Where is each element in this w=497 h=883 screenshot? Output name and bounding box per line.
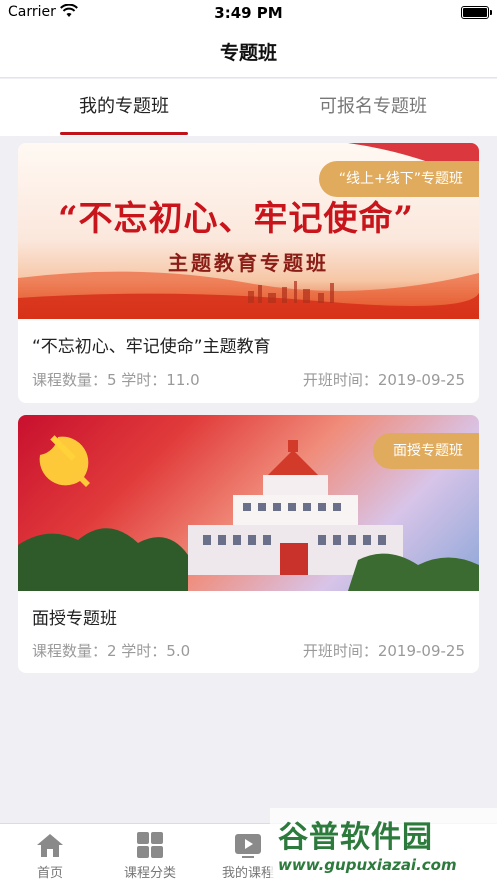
course-start-date: 开班时间：2019-09-25 — [302, 642, 465, 660]
banner-headline: “不忘初心、牢记使命” — [58, 199, 415, 239]
tab-open-classes[interactable]: 可报名专题班 — [249, 79, 497, 136]
watermark-url: www.gupuxiazai.com — [278, 856, 457, 874]
tab-my-classes[interactable]: 我的专题班 — [0, 79, 248, 136]
course-title: “不忘初心、牢记使命”主题教育 — [32, 337, 271, 357]
course-banner: 面授专题班 — [18, 415, 479, 591]
clock: 3:49 PM — [214, 4, 283, 22]
watermark-logo: 谷普软件园 — [278, 820, 433, 855]
grid-icon — [137, 832, 163, 858]
hammer-sickle-icon — [39, 435, 90, 487]
banner-subtitle: 主题教育专题班 — [168, 251, 329, 275]
navigation-bar: 专题班 — [0, 26, 497, 78]
class-type-badge: “线上+线下”专题班 — [318, 161, 479, 197]
course-card[interactable]: “不忘初心、牢记使命” 主题教育专题班 “线上+线下”专题班 “不忘初心、牢记使… — [18, 143, 479, 403]
tabbar-label: 课程分类 — [123, 866, 176, 881]
play-icon — [235, 834, 261, 858]
course-stats: 课程数量：2 学时：5.0 — [32, 642, 191, 660]
segment-tabs: 我的专题班 可报名专题班 — [0, 79, 497, 136]
page-title: 专题班 — [219, 42, 277, 64]
tabbar-item-categories[interactable]: 课程分类 — [100, 824, 200, 883]
course-stats: 课程数量：5 学时：11.0 — [32, 371, 200, 389]
course-title: 面授专题班 — [32, 609, 117, 629]
home-icon — [37, 834, 63, 857]
active-tab-indicator — [60, 132, 188, 135]
class-type-badge: 面授专题班 — [373, 433, 479, 469]
tabbar-label: 首页 — [36, 866, 63, 881]
battery-icon — [461, 6, 492, 19]
course-card[interactable]: 面授专题班 面授专题班 课程数量：2 学时：5.0 开班时间：2019-09-2… — [18, 415, 479, 673]
course-start-date: 开班时间：2019-09-25 — [302, 371, 465, 389]
course-banner: “不忘初心、牢记使命” 主题教育专题班 “线上+线下”专题班 — [18, 143, 479, 319]
building-illustration — [188, 440, 403, 575]
tabbar-item-home[interactable]: 首页 — [0, 824, 100, 883]
status-bar: Carrier 3:49 PM — [0, 0, 497, 26]
watermark: 谷普软件园 www.gupuxiazai.com — [270, 808, 497, 883]
